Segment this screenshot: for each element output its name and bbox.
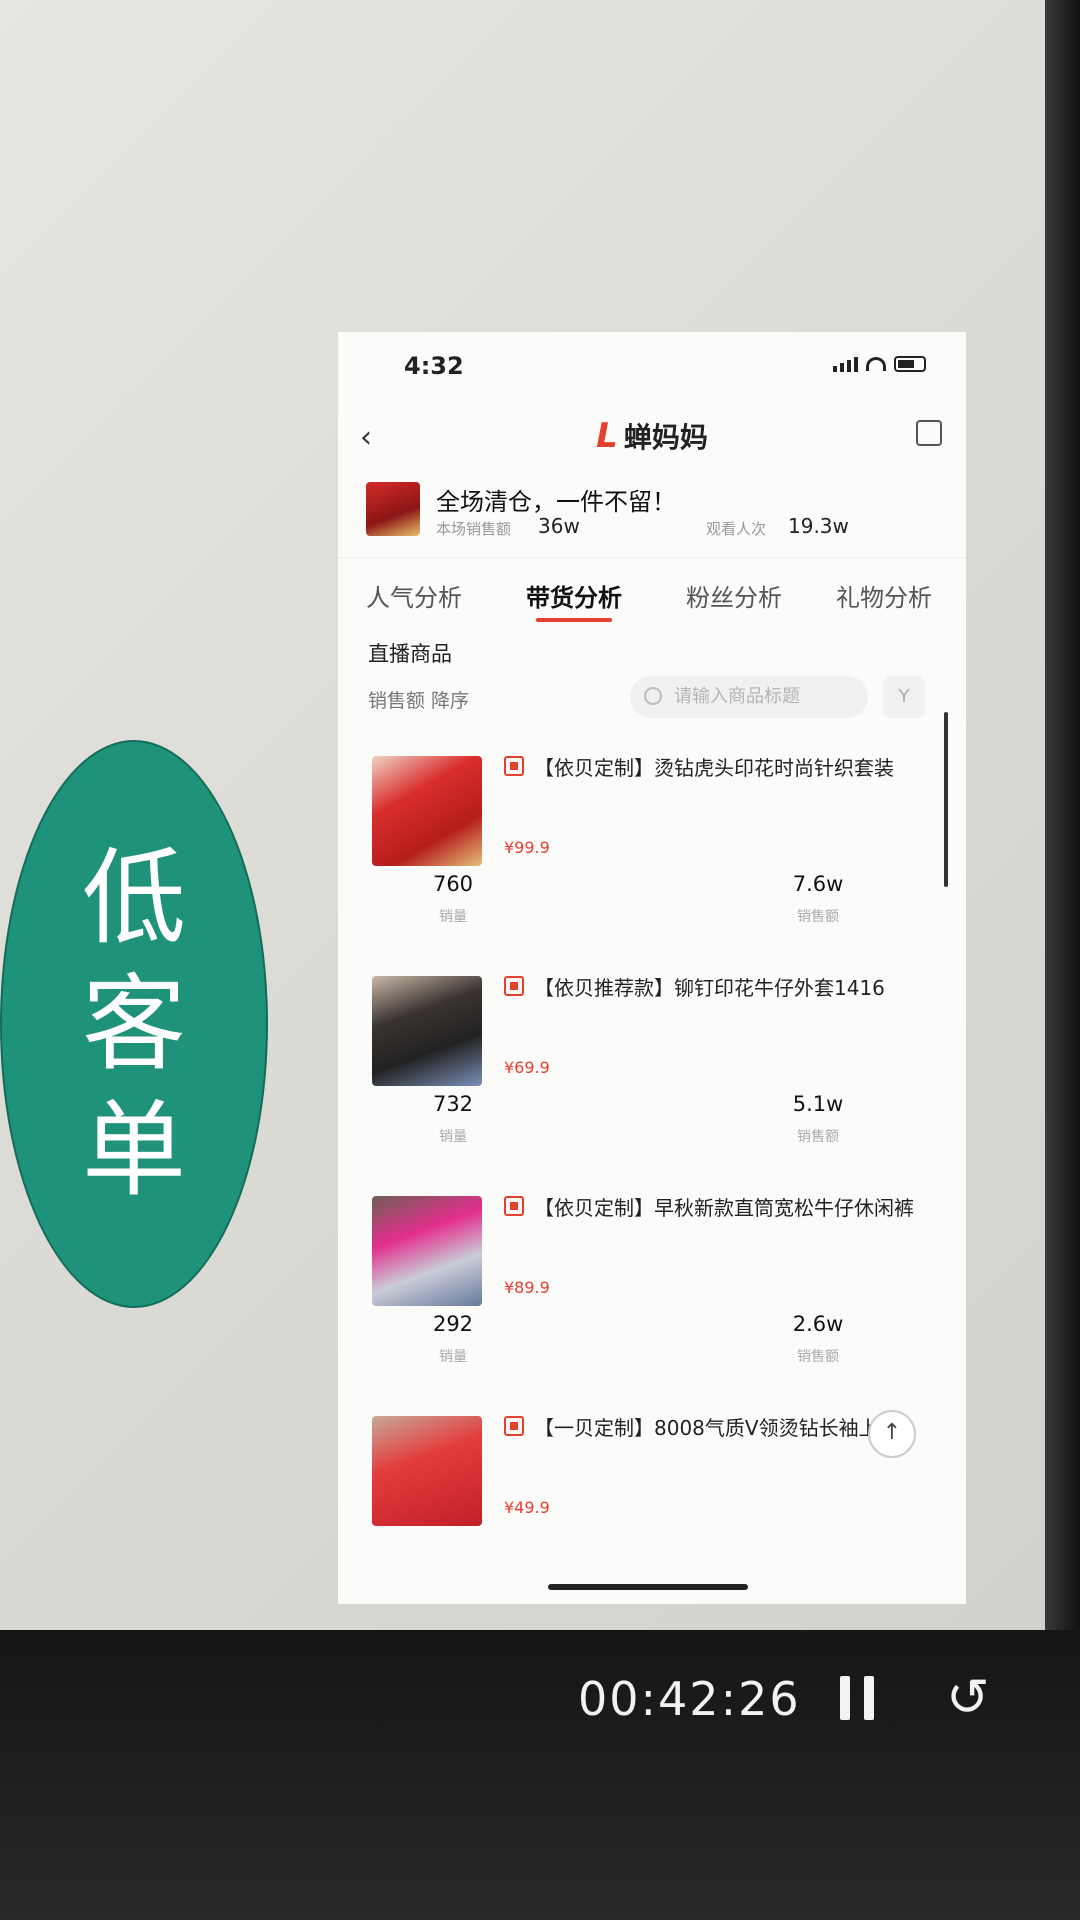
sort-filter-row: 销售额 降序 请输入商品标题 Y (338, 668, 966, 732)
nav-bar: ‹ L 蝉妈妈 (338, 402, 966, 472)
live-thumbnail[interactable] (366, 482, 420, 536)
product-image (372, 756, 482, 866)
product-image (372, 1416, 482, 1526)
analysis-tabs: 人气分析 带货分析 粉丝分析 礼物分析 (338, 558, 966, 628)
live-title: 全场清仓，一件不留！ (436, 488, 676, 516)
sales-total-label: 本场销售额 (436, 520, 512, 538)
product-image (372, 976, 482, 1086)
brand-name: 蝉妈妈 (623, 421, 708, 454)
viewers-label: 观看人次 (706, 520, 767, 538)
search-icon (644, 687, 662, 705)
wifi-icon (866, 357, 886, 371)
phone-screenshot: 4:32 ‹ L 蝉妈妈 全场清仓，一件不留！ 本场销售额 36w 观看人次 19… (338, 332, 966, 1604)
section-header: 直播商品 (338, 628, 966, 668)
product-name: 【依贝推荐款】铆钉印花牛仔外套1416 (534, 976, 885, 1000)
section-title: 直播商品 (368, 642, 452, 666)
product-price: ¥69.9 (504, 1058, 550, 1077)
sales-amount: 7.6w (792, 872, 844, 896)
oval-char-1: 低 (81, 837, 186, 959)
status-time: 4:32 (404, 352, 464, 380)
product-item[interactable]: 【依贝推荐款】铆钉印花牛仔外套1416 ¥69.9 732 销量 5.1w 销售… (338, 952, 966, 1172)
sales-count-label: 销量 (439, 1349, 467, 1365)
battery-icon (894, 356, 926, 372)
status-icons (833, 356, 926, 372)
tmall-icon (504, 1196, 524, 1216)
sales-count-label: 销量 (439, 909, 467, 925)
product-list: 【依贝定制】烫钻虎头印花时尚针织套装 ¥99.9 760 销量 7.6w 销售额… (338, 732, 966, 1604)
home-indicator[interactable] (548, 1584, 748, 1590)
viewers-value: 19.3w (788, 514, 849, 538)
tab-fans[interactable]: 粉丝分析 (686, 578, 782, 613)
back-to-top-icon[interactable]: ↑ (868, 1410, 916, 1458)
oval-char-3: 单 (81, 1089, 186, 1211)
sales-amount: 5.1w (792, 1092, 844, 1116)
sales-count: 760 (432, 872, 474, 896)
sales-amount-label: 销售额 (797, 1129, 839, 1145)
green-oval-badge: 低 客 单 (0, 740, 268, 1308)
product-price: ¥99.9 (504, 838, 550, 857)
pause-icon[interactable] (836, 1670, 880, 1726)
tmall-icon (504, 756, 524, 776)
sales-count: 732 (432, 1092, 474, 1116)
product-item[interactable]: 【依贝定制】早秋新款直筒宽松牛仔休闲裤 ¥89.9 292 销量 2.6w 销售… (338, 1172, 966, 1392)
sales-total-value: 36w (538, 514, 580, 538)
product-name: 【依贝定制】烫钻虎头印花时尚针织套装 (534, 756, 894, 780)
sales-count-label: 销量 (439, 1129, 467, 1145)
product-image (372, 1196, 482, 1306)
video-controls: 00:42:26 ↺ (0, 1630, 1080, 1920)
product-item[interactable]: 【依贝定制】烫钻虎头印花时尚针织套装 ¥99.9 760 销量 7.6w 销售额 (338, 732, 966, 952)
sales-amount-label: 销售额 (797, 909, 839, 925)
sales-count: 292 (432, 1312, 474, 1336)
product-price: ¥49.9 (504, 1498, 550, 1517)
status-bar: 4:32 (338, 332, 966, 402)
sort-dropdown[interactable]: 销售额 降序 (368, 686, 469, 713)
signal-icon (833, 356, 858, 372)
share-icon[interactable] (916, 420, 942, 446)
oval-char-2: 客 (81, 963, 186, 1085)
tab-sales-analysis[interactable]: 带货分析 (526, 578, 622, 613)
sales-amount-label: 销售额 (797, 1349, 839, 1365)
monitor-bezel (1045, 0, 1080, 1630)
active-tab-indicator (536, 618, 612, 622)
search-placeholder: 请输入商品标题 (674, 686, 800, 707)
tmall-icon (504, 1416, 524, 1436)
replay-icon[interactable]: ↺ (946, 1668, 990, 1728)
presentation-slide: 低 客 单 4:32 ‹ L 蝉妈妈 全场清仓，一件不留！ 本场销售额 36w 观… (0, 0, 1045, 1630)
product-price: ¥89.9 (504, 1278, 550, 1297)
brand-logo-icon: L (596, 416, 618, 456)
tab-gifts[interactable]: 礼物分析 (836, 578, 932, 613)
tab-popularity[interactable]: 人气分析 (366, 578, 462, 613)
filter-icon[interactable]: Y (883, 676, 925, 718)
product-name: 【依贝定制】早秋新款直筒宽松牛仔休闲裤 (534, 1196, 914, 1220)
product-search-input[interactable]: 请输入商品标题 (630, 676, 868, 718)
sales-amount: 2.6w (792, 1312, 844, 1336)
app-brand: L 蝉妈妈 (338, 416, 966, 456)
playback-time: 00:42:26 (578, 1672, 801, 1726)
live-header: 全场清仓，一件不留！ 本场销售额 36w 观看人次 19.3w (338, 472, 966, 558)
tmall-icon (504, 976, 524, 996)
